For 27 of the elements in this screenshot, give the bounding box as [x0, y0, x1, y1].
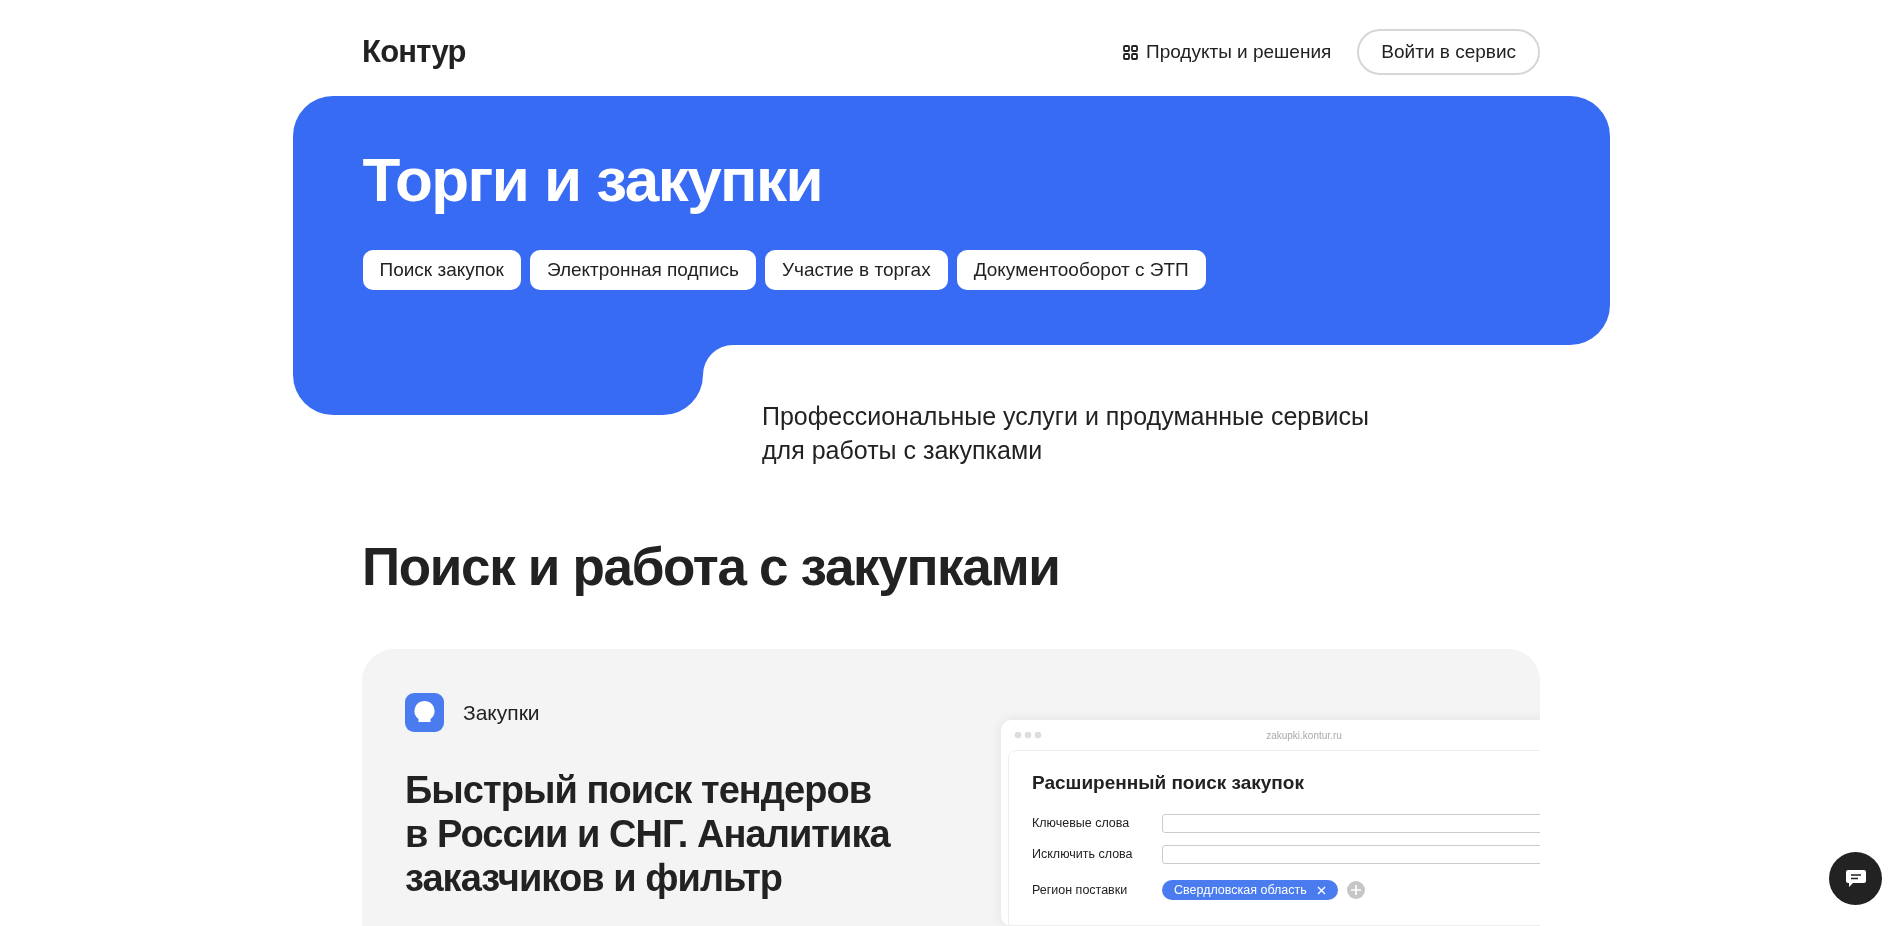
login-button[interactable]: Войти в сервис	[1357, 29, 1540, 75]
close-icon[interactable]	[1316, 885, 1326, 895]
hero-subtitle: Профессиональные услуги и продуманные сервисы для работы с закупками	[762, 401, 1370, 466]
field-label: Ключевые слова	[1032, 815, 1131, 833]
hero-title: Торги и закупки	[362, 144, 824, 216]
field-label: Регион поставки	[1032, 881, 1129, 899]
window-dots-icon	[1014, 731, 1042, 739]
product-name: Закупки	[463, 699, 540, 726]
lightbulb-icon	[405, 693, 444, 732]
add-icon[interactable]	[1346, 881, 1365, 899]
url-text: zakupki.kontur.ru	[1266, 728, 1342, 743]
category-tab[interactable]: Участие в торгах	[764, 250, 948, 290]
input-field[interactable]	[1162, 845, 1540, 864]
field-label: Исключить слова	[1032, 846, 1134, 864]
form-title: Расширенный поиск закупок	[1032, 771, 1305, 795]
chat-icon	[1844, 868, 1867, 889]
category-tab[interactable]: Электронная подпись	[529, 250, 756, 290]
section-title: Поиск и работа с закупками	[362, 536, 1061, 598]
card-heading: Быстрый поиск тендеров в России и СНГ. Аналитика заказчиков и фильтр	[405, 768, 890, 900]
category-tab[interactable]: Поиск закупок	[362, 250, 521, 290]
category-tab[interactable]: Документооборот с ЭТП	[956, 250, 1206, 290]
logo[interactable]: Контур	[362, 28, 466, 76]
input-field[interactable]	[1162, 814, 1540, 833]
chat-button[interactable]	[1829, 852, 1882, 905]
grid-icon	[1122, 44, 1138, 60]
nav-link[interactable]: Продукты и решения	[1122, 37, 1332, 67]
region-tag[interactable]: Свердловская область	[1162, 880, 1338, 900]
